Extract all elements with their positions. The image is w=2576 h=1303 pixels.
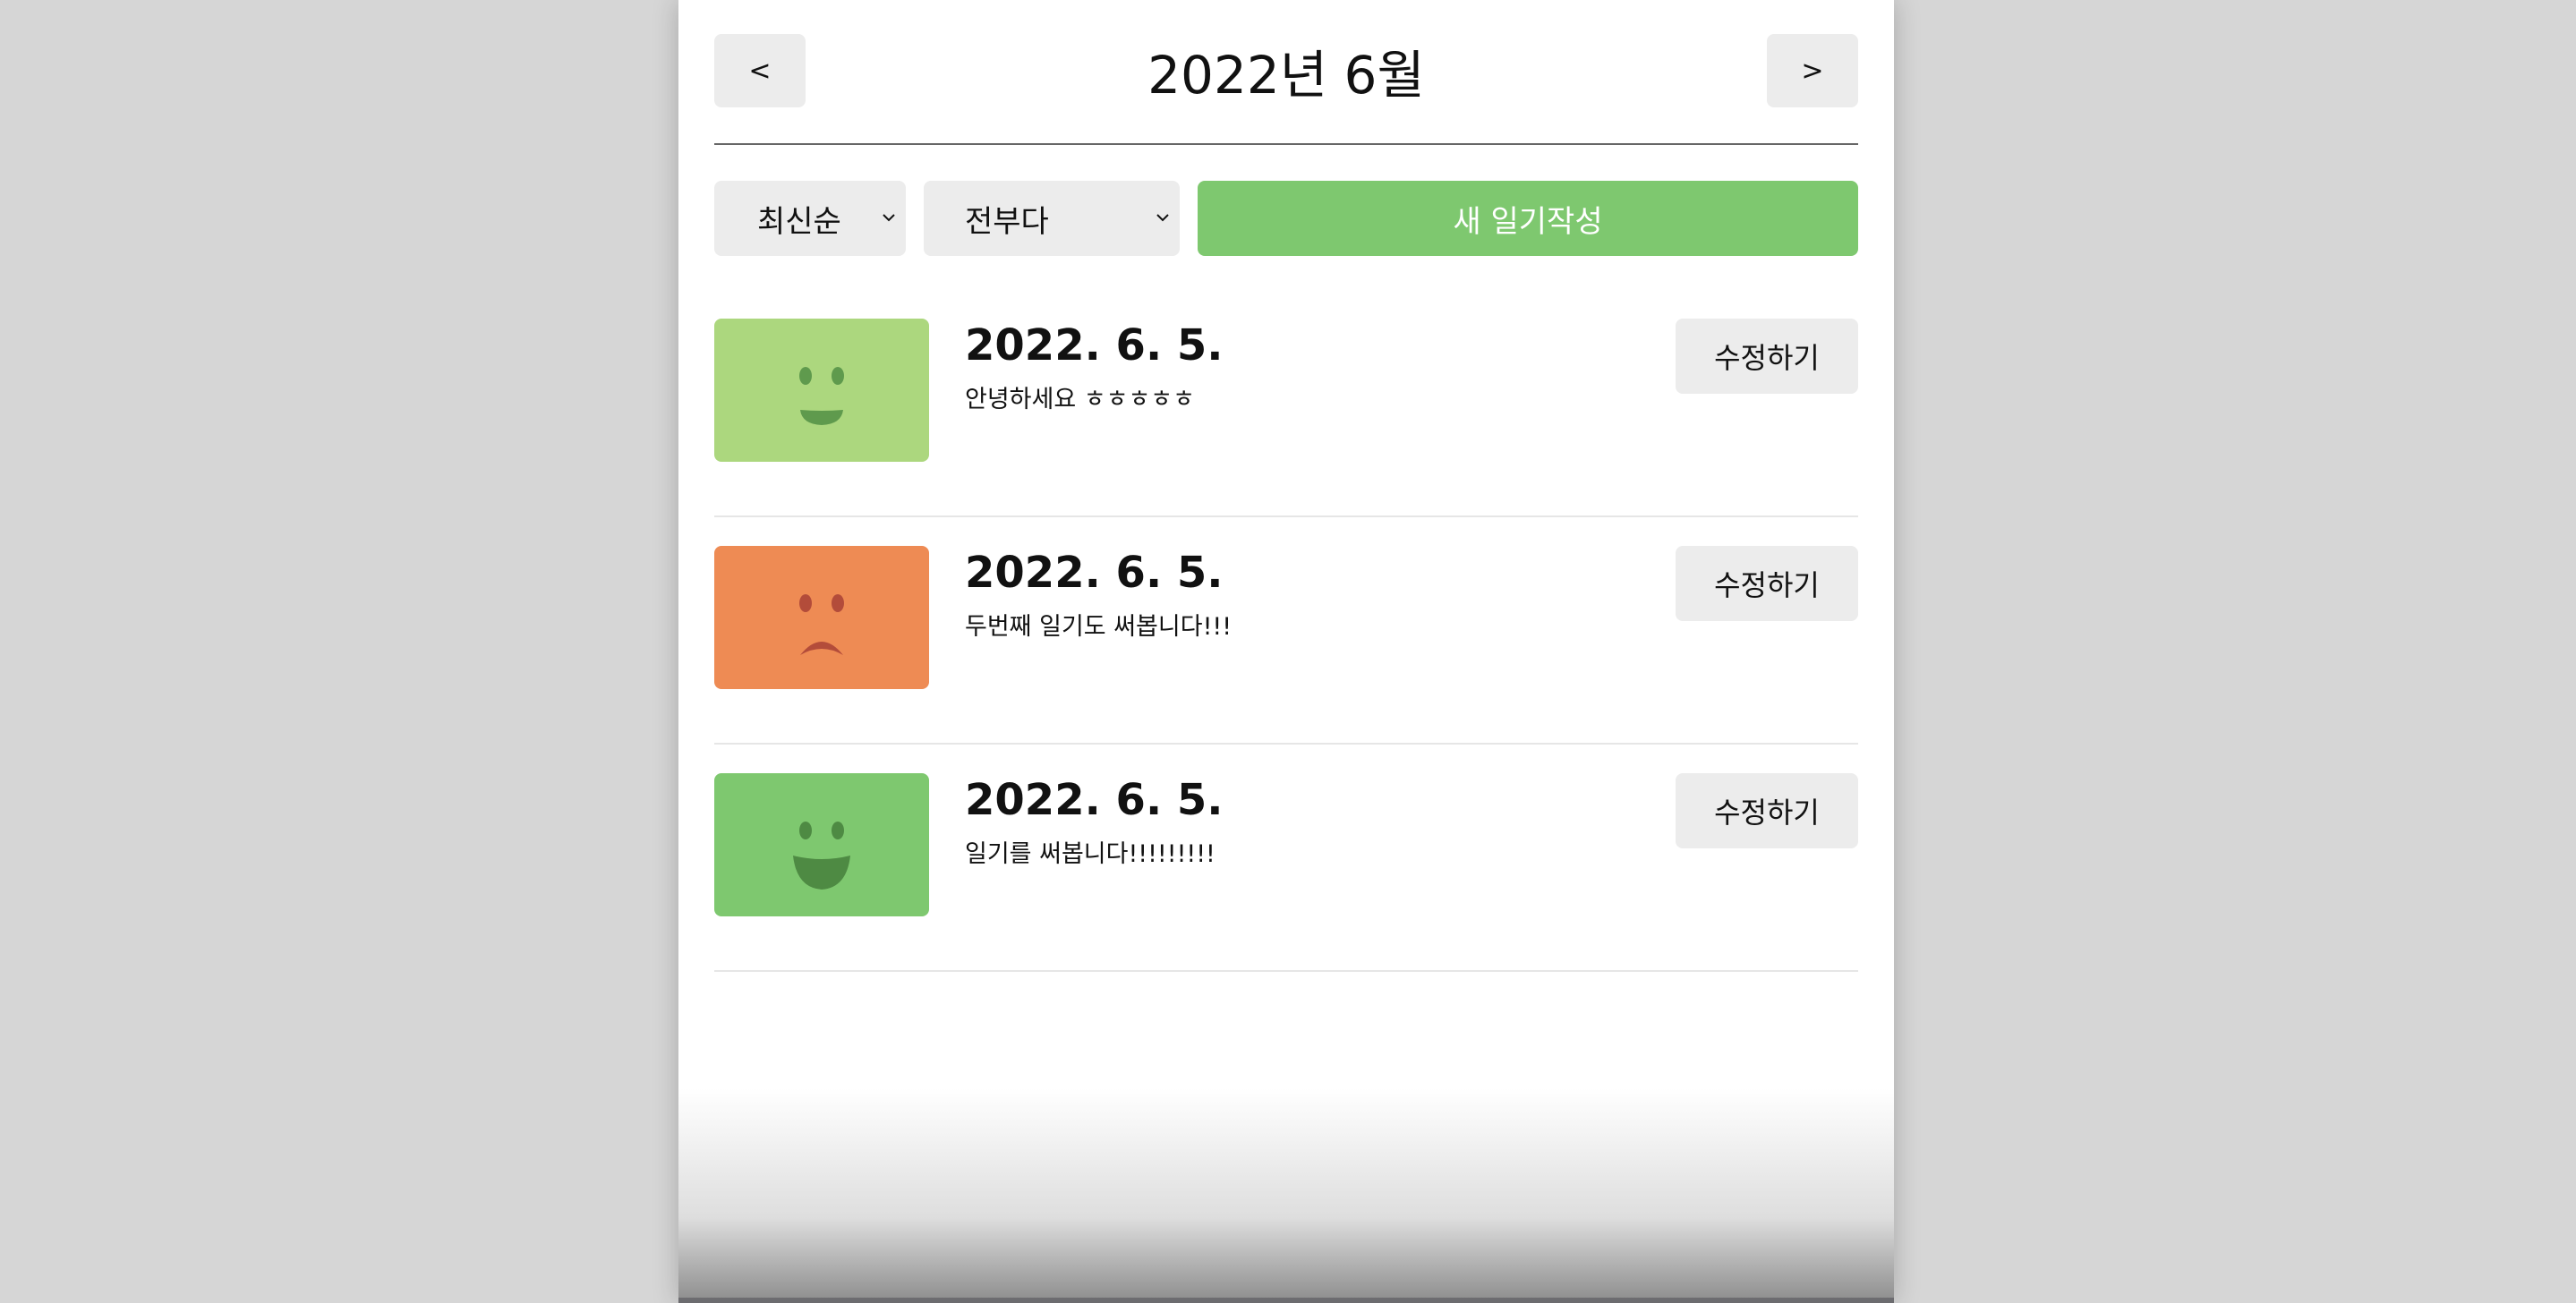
list-item: 2022. 6. 5. 두번째 일기도 써봅니다!!! 수정하기 — [714, 546, 1858, 745]
page-title: 2022년 6월 — [1147, 45, 1425, 106]
diary-date[interactable]: 2022. 6. 5. — [965, 548, 1224, 598]
new-diary-button[interactable]: 새 일기작성 — [1198, 181, 1858, 256]
list-item: 2022. 6. 5. 일기를 써봅니다!!!!!!!!! 수정하기 — [714, 773, 1858, 972]
diary-date[interactable]: 2022. 6. 5. — [965, 320, 1224, 370]
edit-button[interactable]: 수정하기 — [1676, 546, 1858, 621]
diary-date[interactable]: 2022. 6. 5. — [965, 775, 1224, 825]
next-month-button[interactable]: > — [1767, 34, 1858, 107]
emotion-image[interactable] — [714, 546, 929, 689]
chevron-down-icon — [1156, 214, 1169, 222]
header-divider — [714, 143, 1858, 145]
edit-button[interactable]: 수정하기 — [1676, 319, 1858, 394]
diary-content[interactable]: 일기를 써봅니다!!!!!!!!! — [965, 834, 1215, 869]
diary-content[interactable]: 두번째 일기도 써봅니다!!! — [965, 607, 1232, 642]
smile-icon — [799, 367, 844, 425]
menu-bar: 최신순 전부다 새 일기작성 — [714, 181, 1858, 256]
sort-select-value: 최신순 — [757, 203, 841, 240]
window-bottom-edge — [678, 1298, 1894, 1303]
chevron-down-icon — [883, 214, 895, 222]
diary-content[interactable]: 안녕하세요 ㅎㅎㅎㅎㅎ — [965, 379, 1195, 414]
frown-icon — [799, 594, 844, 655]
filter-select[interactable]: 전부다 — [924, 181, 1180, 256]
emotion-image[interactable] — [714, 319, 929, 462]
month-header: < 2022년 6월 > — [714, 34, 1858, 107]
filter-select-value: 전부다 — [965, 203, 1049, 240]
laugh-icon — [793, 822, 850, 890]
list-item: 2022. 6. 5. 안녕하세요 ㅎㅎㅎㅎㅎ 수정하기 — [714, 319, 1858, 517]
diary-page: < 2022년 6월 > 최신순 전부다 새 일기작성 2022. 6. 5. … — [678, 0, 1894, 1303]
emotion-image[interactable] — [714, 773, 929, 916]
diary-list: 2022. 6. 5. 안녕하세요 ㅎㅎㅎㅎㅎ 수정하기 2022. 6. 5.… — [714, 319, 1858, 972]
sort-select[interactable]: 최신순 — [714, 181, 906, 256]
edit-button[interactable]: 수정하기 — [1676, 773, 1858, 848]
